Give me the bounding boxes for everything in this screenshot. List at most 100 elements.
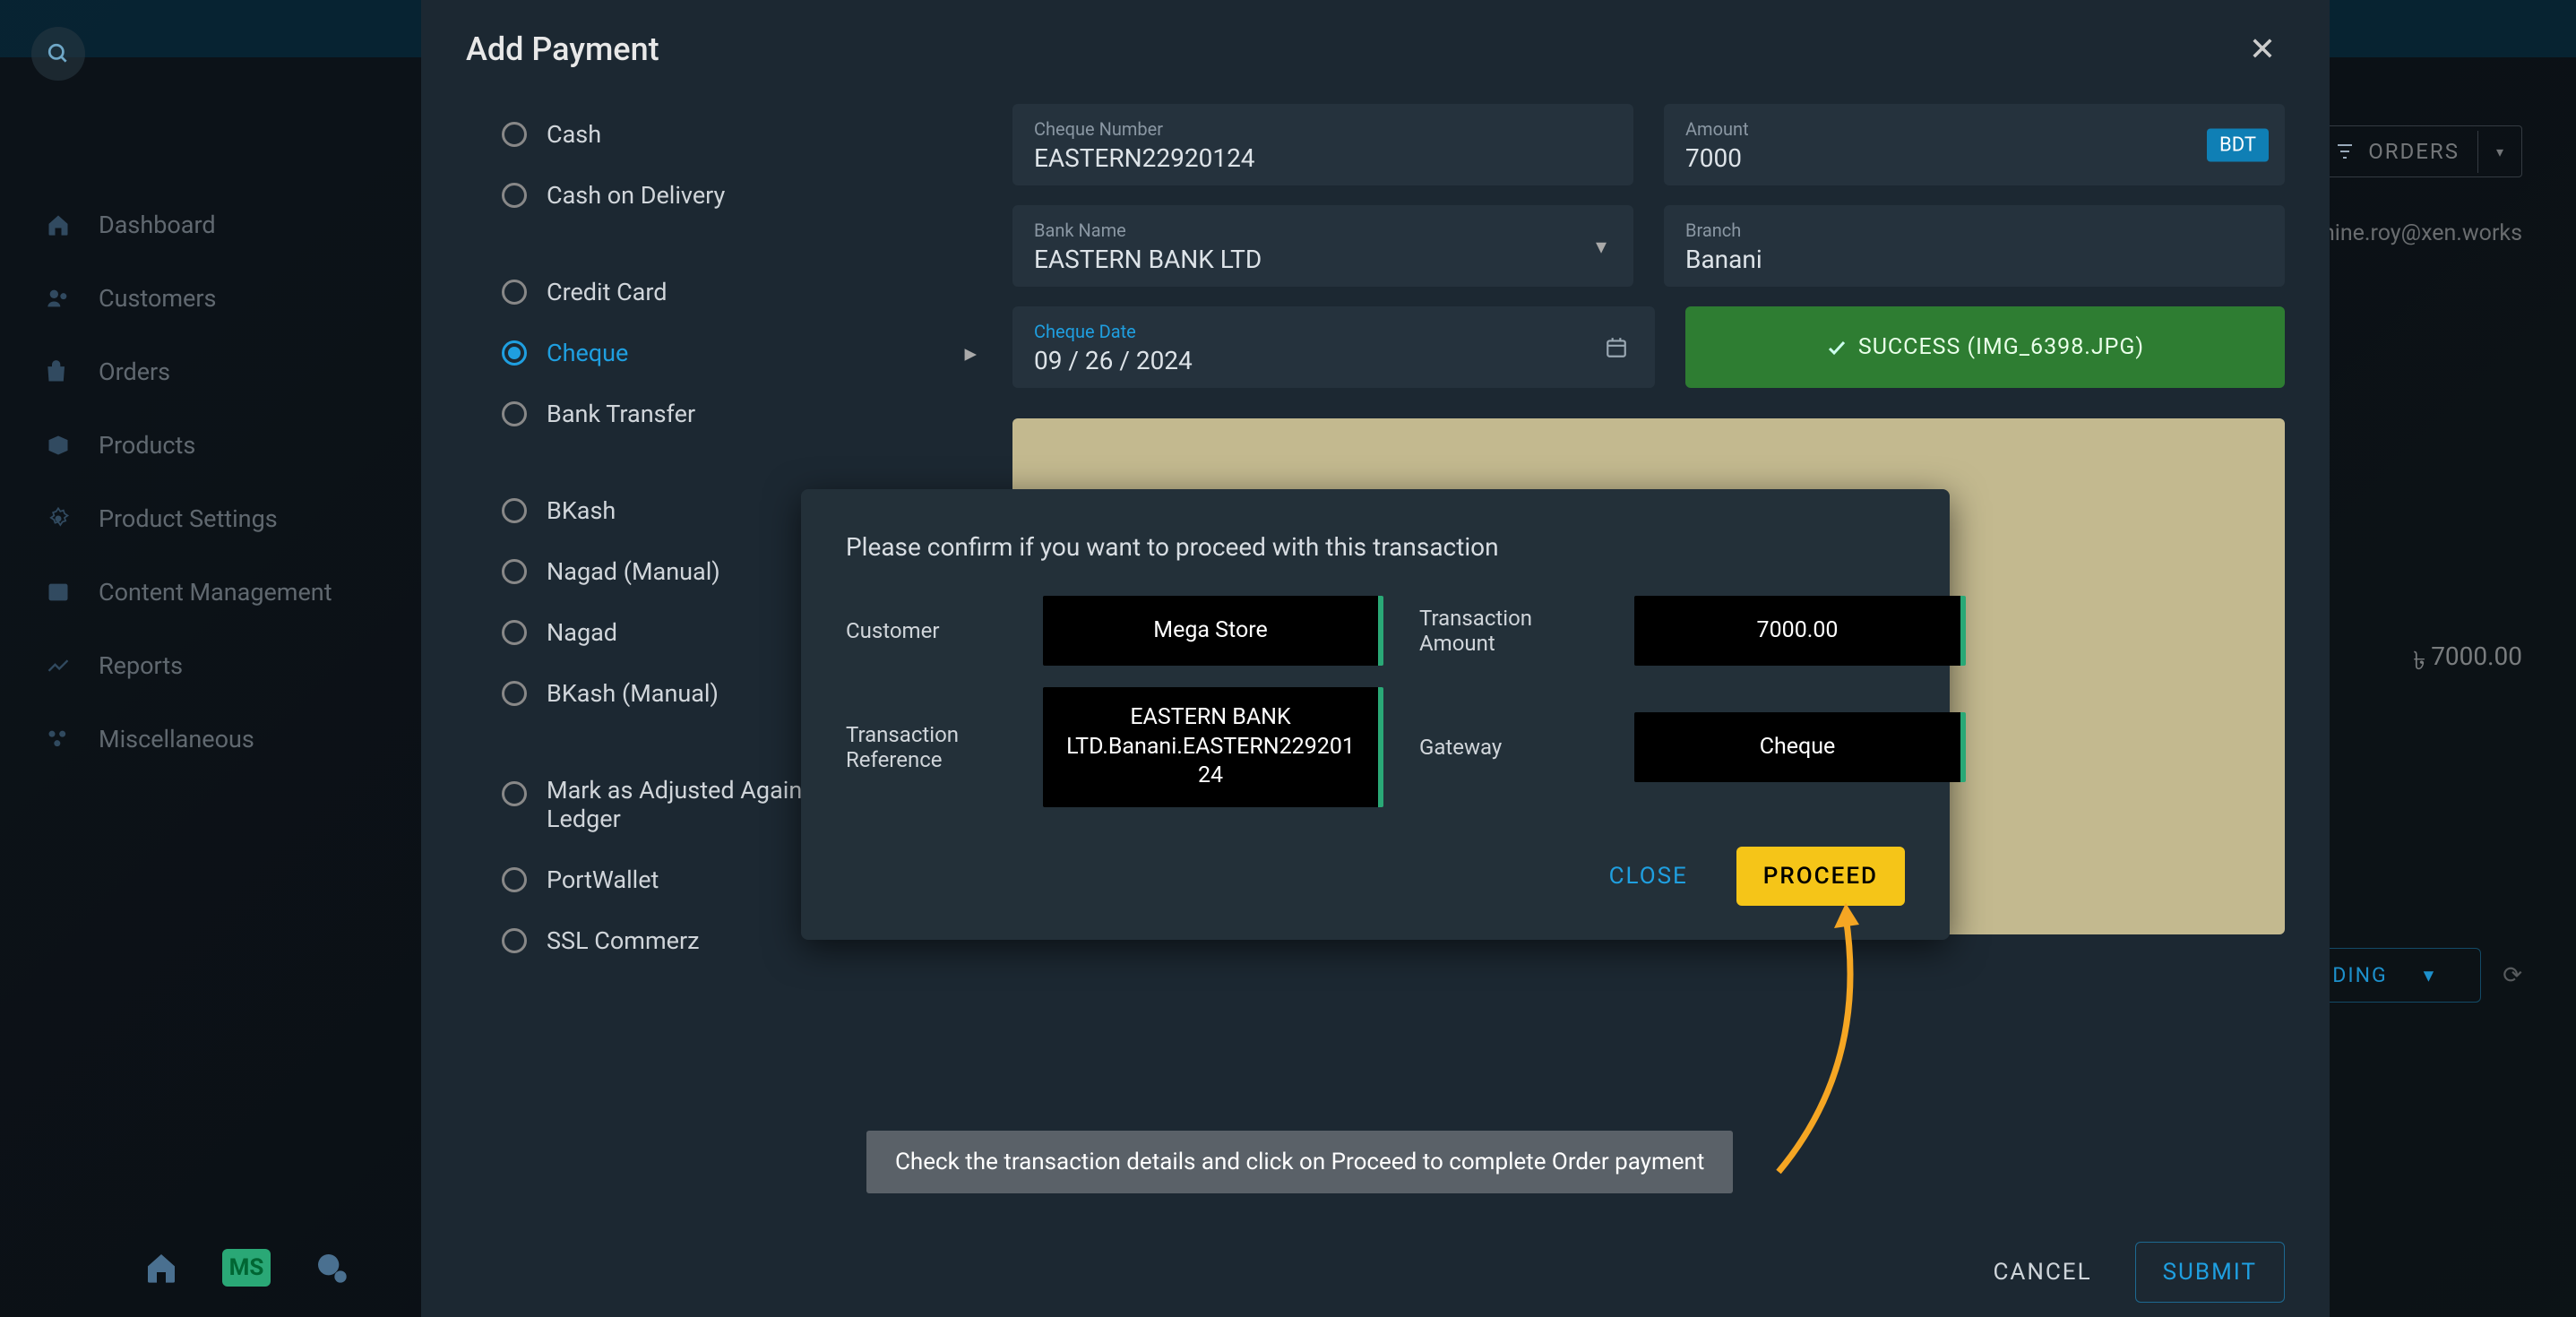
home-shortcut[interactable]: [139, 1245, 184, 1290]
users-icon: [45, 285, 72, 312]
cancel-button[interactable]: CANCEL: [1971, 1243, 2113, 1302]
pm-credit-card[interactable]: Credit Card: [493, 262, 995, 323]
sidebar-item-content-management[interactable]: Content Management: [45, 555, 421, 629]
branch-field[interactable]: Branch Banani: [1664, 205, 2285, 287]
box-icon: [45, 432, 72, 459]
bank-name-field[interactable]: Bank Name EASTERN BANK LTD ▾: [1012, 205, 1633, 287]
sidebar-item-products[interactable]: Products: [45, 409, 421, 482]
cheque-date-field[interactable]: Cheque Date 09 / 26 / 2024: [1012, 306, 1655, 388]
radio-icon: [502, 781, 527, 806]
sidebar-label: Customers: [99, 284, 216, 313]
confirm-customer-value: Mega Store: [1043, 596, 1383, 666]
radio-icon: [502, 681, 527, 706]
radio-icon: [502, 559, 527, 584]
field-label: Amount: [1685, 118, 2263, 140]
org-badge[interactable]: MS: [224, 1245, 269, 1290]
amount-value: 7000.00: [2431, 641, 2522, 684]
refresh-icon[interactable]: ⟳: [2503, 962, 2522, 989]
sidebar-label: Product Settings: [99, 504, 278, 533]
field-label: Bank Name: [1034, 220, 1612, 241]
pm-label: Cash: [547, 120, 601, 149]
radio-icon: [502, 340, 527, 366]
confirm-dialog: Please confirm if you want to proceed wi…: [801, 489, 1950, 940]
chevron-right-icon: ▸: [964, 339, 977, 367]
proceed-button[interactable]: PROCEED: [1736, 847, 1905, 906]
confirm-amount-label: Transaction Amount: [1419, 606, 1598, 656]
close-icon[interactable]: ✕: [2249, 30, 2276, 68]
annotation-tooltip: Check the transaction details and click …: [866, 1131, 1733, 1193]
field-value: 7000: [1685, 143, 2263, 173]
upload-success-button[interactable]: SUCCESS (IMG_6398.JPG): [1685, 306, 2285, 388]
pm-label: PortWallet: [547, 865, 659, 894]
home-icon: [45, 211, 72, 238]
field-label: Branch: [1685, 220, 2263, 241]
settings-shortcut[interactable]: [309, 1245, 354, 1290]
search-button[interactable]: [31, 27, 85, 81]
radio-icon: [502, 280, 527, 305]
chart-icon: [45, 652, 72, 679]
confirm-ref-label: Transaction Reference: [846, 722, 1007, 772]
confirm-amount-value: 7000.00: [1634, 596, 1966, 666]
orders-filter-button[interactable]: ORDERS ▾: [2315, 125, 2522, 177]
pm-label: BKash: [547, 496, 616, 525]
confirm-title: Please confirm if you want to proceed wi…: [846, 532, 1905, 562]
radio-icon: [502, 122, 527, 147]
search-icon: [47, 42, 70, 65]
sidebar: Dashboard Customers Orders Products Prod…: [0, 0, 421, 1317]
chevron-down-icon: ▾: [2424, 963, 2436, 987]
sidebar-label: Miscellaneous: [99, 725, 254, 753]
misc-icon: [45, 726, 72, 753]
layout-icon: [45, 579, 72, 606]
sidebar-item-reports[interactable]: Reports: [45, 629, 421, 702]
sidebar-item-orders[interactable]: Orders: [45, 335, 421, 409]
confirm-gateway-label: Gateway: [1419, 735, 1598, 760]
pm-bank-transfer[interactable]: Bank Transfer: [493, 383, 995, 444]
calendar-icon[interactable]: [1605, 336, 1628, 359]
pm-cash[interactable]: Cash: [493, 104, 995, 165]
amount-field[interactable]: Amount 7000 BDT: [1664, 104, 2285, 185]
field-label: Cheque Number: [1034, 118, 1612, 140]
modal-footer: CANCEL SUBMIT: [421, 1227, 2330, 1317]
radio-icon: [502, 401, 527, 426]
pm-label: Nagad (Manual): [547, 557, 720, 586]
field-value: 09 / 26 / 2024: [1034, 346, 1633, 375]
orders-filter-label: ORDERS: [2368, 139, 2460, 164]
pm-label: BKash (Manual): [547, 679, 719, 708]
order-amount: ৳ 7000.00: [2413, 641, 2522, 684]
pm-cod[interactable]: Cash on Delivery: [493, 165, 995, 226]
gear-icon: [45, 505, 72, 532]
field-value: EASTERN BANK LTD: [1034, 245, 1612, 274]
chevron-down-icon: ▾: [1596, 234, 1607, 259]
field-value: EASTERN22920124: [1034, 143, 1612, 173]
sidebar-label: Content Management: [99, 578, 332, 607]
sidebar-item-customers[interactable]: Customers: [45, 262, 421, 335]
confirm-ref-value: EASTERN BANK LTD.Banani.EASTERN22920124: [1043, 687, 1383, 807]
pm-label: Cheque: [547, 339, 628, 367]
radio-icon: [502, 867, 527, 892]
radio-icon: [502, 928, 527, 953]
currency-symbol: ৳: [2413, 641, 2425, 684]
currency-chip[interactable]: BDT: [2207, 128, 2269, 161]
pm-label: SSL Commerz: [547, 926, 700, 955]
field-value: Banani: [1685, 245, 2263, 274]
behind-content: ORDERS ▾ josephine.roy@xen.works ৳ 7000.…: [2330, 0, 2576, 1317]
close-button[interactable]: CLOSE: [1588, 847, 1710, 906]
sidebar-bottom-icons: MS: [139, 1245, 354, 1290]
sidebar-label: Reports: [99, 651, 183, 680]
sidebar-label: Orders: [99, 357, 170, 386]
sidebar-label: Products: [99, 431, 195, 460]
sidebar-item-product-settings[interactable]: Product Settings: [45, 482, 421, 555]
radio-icon: [502, 183, 527, 208]
chevron-down-icon[interactable]: ▾: [2477, 131, 2521, 173]
pm-cheque[interactable]: Cheque ▸: [493, 323, 995, 383]
confirm-gateway-value: Cheque: [1634, 712, 1966, 782]
pm-label: Cash on Delivery: [547, 181, 725, 210]
radio-icon: [502, 498, 527, 523]
modal-title: Add Payment: [466, 30, 659, 68]
sidebar-item-dashboard[interactable]: Dashboard: [45, 188, 421, 262]
cheque-number-field[interactable]: Cheque Number EASTERN22920124: [1012, 104, 1633, 185]
pm-label: Credit Card: [547, 278, 668, 306]
sidebar-item-miscellaneous[interactable]: Miscellaneous: [45, 702, 421, 776]
radio-icon: [502, 620, 527, 645]
submit-button[interactable]: SUBMIT: [2135, 1242, 2285, 1303]
